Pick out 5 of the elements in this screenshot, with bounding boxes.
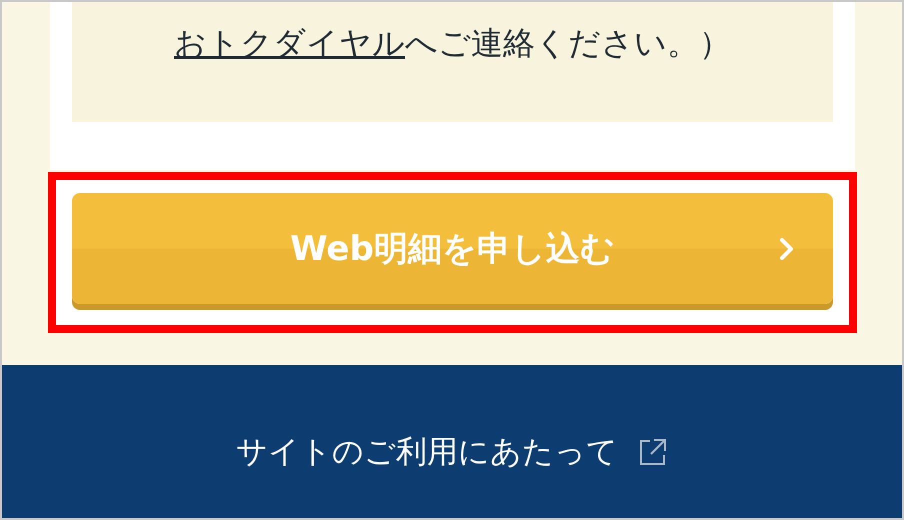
- external-link-icon: [638, 436, 668, 466]
- chevron-icon: [779, 236, 795, 260]
- notice-text: おトクダイヤルへご連絡ください。）: [174, 23, 731, 64]
- phone-link[interactable]: おトクダイヤル: [174, 24, 405, 62]
- terms-link[interactable]: サイトのご利用にあたって: [236, 430, 618, 472]
